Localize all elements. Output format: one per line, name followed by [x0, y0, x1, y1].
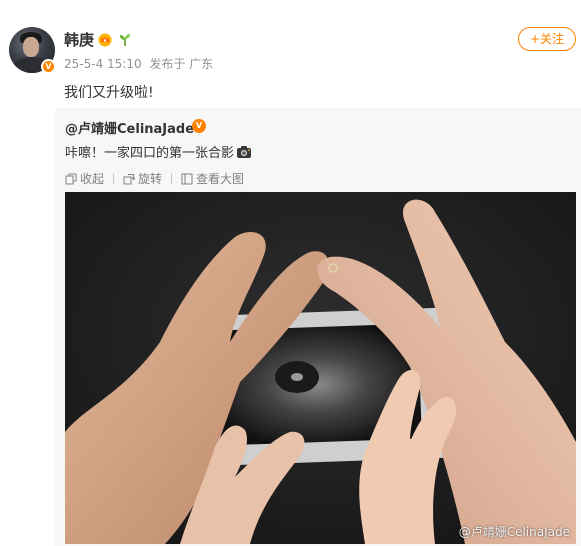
sprout-icon	[119, 34, 131, 46]
post-text: 我们又升级啦!	[64, 85, 154, 101]
ultrasound-embryo	[291, 373, 303, 381]
original-verified-icon: V	[192, 119, 206, 133]
post-photo[interactable]: @卢靖姗CelinaJade	[65, 192, 576, 544]
divider	[171, 173, 173, 184]
zoom-icon	[181, 173, 193, 184]
avatar-face	[23, 37, 39, 57]
post-meta: 25-5-4 15:10 发布于 广东	[64, 55, 217, 72]
verified-badge-icon: V	[41, 59, 56, 74]
image-watermark: @卢靖姗CelinaJade	[458, 525, 570, 539]
author-name[interactable]: 韩庚	[64, 29, 94, 50]
follow-button[interactable]: +关注	[518, 27, 576, 51]
collapse-icon	[65, 173, 77, 184]
original-author[interactable]: @卢靖姗CelinaJade	[65, 118, 194, 137]
photo-illustration	[65, 192, 576, 544]
rotate-button[interactable]: 旋转	[123, 170, 162, 187]
rotate-icon	[123, 173, 136, 184]
post-location: 发布于 广东	[149, 57, 214, 71]
repost-card: @卢靖姗CelinaJade V 咔嚓！一家四口的第一张合影 收起 旋转 查看大…	[55, 108, 581, 546]
divider	[113, 173, 115, 184]
collapse-label: 收起	[80, 172, 105, 186]
weibo-post: V 韩庚 25-5-4 15:10 发布于 广东 +关注 我们又升级啦! @卢靖…	[0, 0, 581, 546]
crown-icon	[98, 33, 112, 47]
original-text: 咔嚓！一家四口的第一张合影	[65, 142, 252, 161]
original-text-content: 咔嚓！一家四口的第一张合影	[65, 146, 235, 161]
view-large-button[interactable]: 查看大图	[181, 170, 244, 187]
post-date[interactable]: 25-5-4 15:10	[64, 57, 142, 71]
collapse-button[interactable]: 收起	[65, 170, 104, 187]
camera-icon	[237, 146, 252, 158]
rotate-label: 旋转	[138, 172, 163, 186]
view-large-label: 查看大图	[196, 172, 245, 186]
image-actions: 收起 旋转 查看大图	[65, 170, 244, 187]
